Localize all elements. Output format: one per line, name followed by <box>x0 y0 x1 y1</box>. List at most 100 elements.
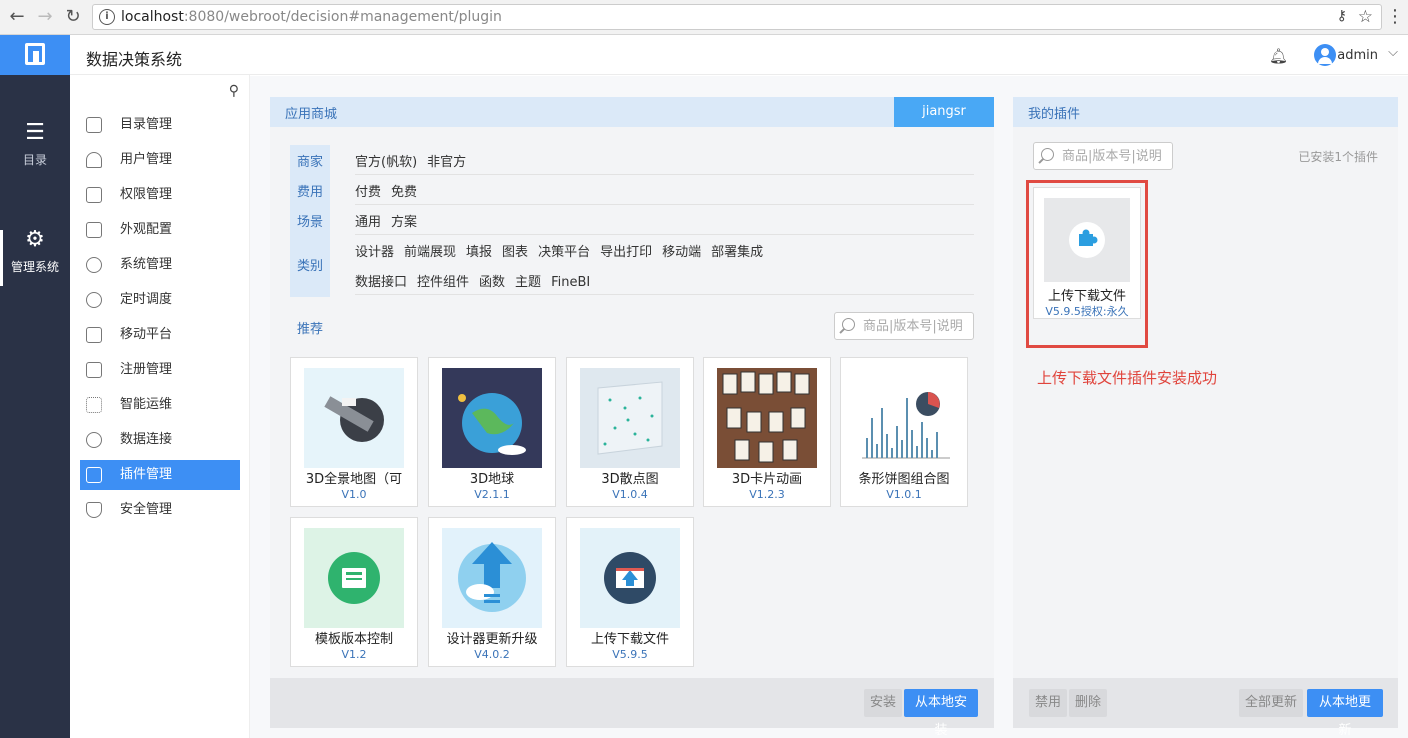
menu-item-ops[interactable]: 智能运维 <box>80 390 240 420</box>
store-search-input[interactable] <box>863 317 971 335</box>
key-icon[interactable]: ⚷ <box>1337 8 1347 24</box>
store-account-tab[interactable]: jiangsr <box>894 97 994 127</box>
plugin-card[interactable]: 模板版本控制 V1.2 <box>290 517 418 667</box>
filter-option[interactable]: 设计器 <box>355 241 394 260</box>
menu-item-system[interactable]: 系统管理 <box>80 250 240 280</box>
filter-label-scene: 场景 <box>296 215 323 230</box>
plugin-card[interactable]: 上传下载文件 V5.9.5 <box>566 517 694 667</box>
plugin-card[interactable]: 3D全景地图（可 V1.0 <box>290 357 418 507</box>
filter-option[interactable]: 免费 <box>391 181 417 200</box>
plugin-card[interactable]: 条形饼图组合图 V1.0.1 <box>840 357 968 507</box>
plugin-card[interactable]: 3D地球 V2.1.1 <box>428 357 556 507</box>
upload-download-thumbnail <box>580 528 680 628</box>
avatar[interactable] <box>1314 44 1336 66</box>
pin-icon[interactable]: ⚲ <box>229 83 239 99</box>
filter-option[interactable]: FineBI <box>551 275 590 290</box>
filter-option[interactable]: 控件组件 <box>417 271 469 290</box>
plugin-card[interactable]: 3D散点图 V1.0.4 <box>566 357 694 507</box>
menu-item-permissions[interactable]: 权限管理 <box>80 180 240 210</box>
disable-button[interactable]: 禁用 <box>1029 689 1068 717</box>
browser-toolbar: ← → ↻ i localhost:8080/webroot/decision#… <box>0 0 1408 35</box>
highlight-box <box>1026 180 1148 348</box>
rail-item-catalog[interactable]: ☰ 目录 <box>0 120 70 168</box>
plugin-card[interactable]: 3D卡片动画 V1.2.3 <box>703 357 831 507</box>
plugin-version: V4.0.2 <box>474 648 510 661</box>
link-icon <box>86 432 102 448</box>
url-text: localhost:8080/webroot/decision#manageme… <box>121 9 502 25</box>
store-search[interactable] <box>834 312 974 340</box>
rail-item-management[interactable]: ⚙ 管理系统 <box>0 227 70 275</box>
template-version-thumbnail <box>304 528 404 628</box>
designer-update-thumbnail <box>442 528 542 628</box>
plugin-name: 设计器更新升级 <box>446 632 538 646</box>
menu-item-security[interactable]: 安全管理 <box>80 495 240 525</box>
filter-option[interactable]: 图表 <box>502 241 528 260</box>
filter-option[interactable]: 通用 <box>355 211 381 230</box>
chevron-down-icon[interactable]: ⌵ <box>1388 45 1398 60</box>
bookmark-star-icon[interactable]: ☆ <box>1358 7 1373 27</box>
address-bar[interactable]: i localhost:8080/webroot/decision#manage… <box>92 4 1382 30</box>
plugin-card[interactable]: 设计器更新升级 V4.0.2 <box>428 517 556 667</box>
menu-item-label: 安全管理 <box>120 502 173 517</box>
logo[interactable] <box>0 35 70 75</box>
filter-option[interactable]: 官方(帆软) <box>355 151 417 170</box>
reload-icon[interactable]: ↻ <box>62 6 84 28</box>
filter-box: 商家 费用 场景 类别 官方(帆软) 非官方 付费 免费 通用 方案 设计器 前端展现填… <box>290 145 974 297</box>
my-plugins-search-input[interactable] <box>1062 147 1170 165</box>
plugin-version: V1.2 <box>341 648 367 661</box>
logo-icon <box>25 43 45 65</box>
filter-label-category: 类别 <box>296 259 323 274</box>
back-icon[interactable]: ← <box>6 6 28 28</box>
filter-option[interactable]: 决策平台 <box>538 241 590 260</box>
filter-option[interactable]: 非官方 <box>427 151 466 170</box>
filter-option[interactable]: 导出打印 <box>600 241 652 260</box>
update-local-button[interactable]: 从本地更新 <box>1307 689 1383 738</box>
user-name[interactable]: admin <box>1337 48 1378 63</box>
menu-item-label: 移动平台 <box>120 327 173 342</box>
menu-item-label: 外观配置 <box>120 222 173 237</box>
menu-item-users[interactable]: 用户管理 <box>80 145 240 175</box>
menu-item-label: 目录管理 <box>120 117 173 132</box>
installed-count: 已安装1个插件 <box>1298 150 1378 164</box>
menu-item-label: 定时调度 <box>120 292 173 307</box>
menu-item-label: 注册管理 <box>120 362 173 377</box>
install-local-button[interactable]: 从本地安装 <box>904 689 978 738</box>
filter-option[interactable]: 填报 <box>466 241 492 260</box>
update-all-button[interactable]: 全部更新 <box>1239 689 1304 717</box>
menu-item-appearance[interactable]: 外观配置 <box>80 215 240 245</box>
search-icon <box>1041 148 1054 161</box>
recommend-label: 推荐 <box>297 322 324 337</box>
forward-icon[interactable]: → <box>34 6 56 28</box>
rail-item-label: 目录 <box>22 153 47 167</box>
list-icon: ☰ <box>25 120 45 145</box>
delete-button[interactable]: 删除 <box>1069 689 1108 717</box>
my-plugins-search[interactable] <box>1033 142 1173 170</box>
menu-item-register[interactable]: 注册管理 <box>80 355 240 385</box>
lock-icon <box>86 187 102 203</box>
menu-item-label: 用户管理 <box>120 152 173 167</box>
filter-option[interactable]: 付费 <box>355 181 381 200</box>
menu-item-schedule[interactable]: 定时调度 <box>80 285 240 315</box>
filter-option[interactable]: 数据接口 <box>355 271 407 290</box>
settings-icon <box>86 257 102 273</box>
filter-option[interactable]: 移动端 <box>662 241 701 260</box>
filter-option[interactable]: 部署集成 <box>711 241 763 260</box>
filter-option[interactable]: 方案 <box>391 211 417 230</box>
timer-icon <box>86 292 102 308</box>
mobile-icon <box>86 327 102 343</box>
user-icon <box>86 152 102 168</box>
catalog-icon <box>86 117 102 133</box>
menu-item-mobile[interactable]: 移动平台 <box>80 320 240 350</box>
filter-option[interactable]: 函数 <box>479 271 505 290</box>
filter-option[interactable]: 主题 <box>515 271 541 290</box>
plugin-version: V1.0.1 <box>886 488 922 501</box>
filter-option[interactable]: 前端展现 <box>404 241 456 260</box>
browser-menu-icon[interactable]: ⋮ <box>1386 6 1404 27</box>
menu-item-catalog[interactable]: 目录管理 <box>80 110 240 140</box>
install-button[interactable]: 安装 <box>864 689 903 717</box>
menu-item-data-connection[interactable]: 数据连接 <box>80 425 240 455</box>
bell-icon[interactable]: 🔔︎ <box>1269 47 1288 65</box>
info-icon[interactable]: i <box>99 9 115 25</box>
menu-item-plugins[interactable]: 插件管理 <box>80 460 240 490</box>
menu-item-label: 数据连接 <box>120 432 173 447</box>
